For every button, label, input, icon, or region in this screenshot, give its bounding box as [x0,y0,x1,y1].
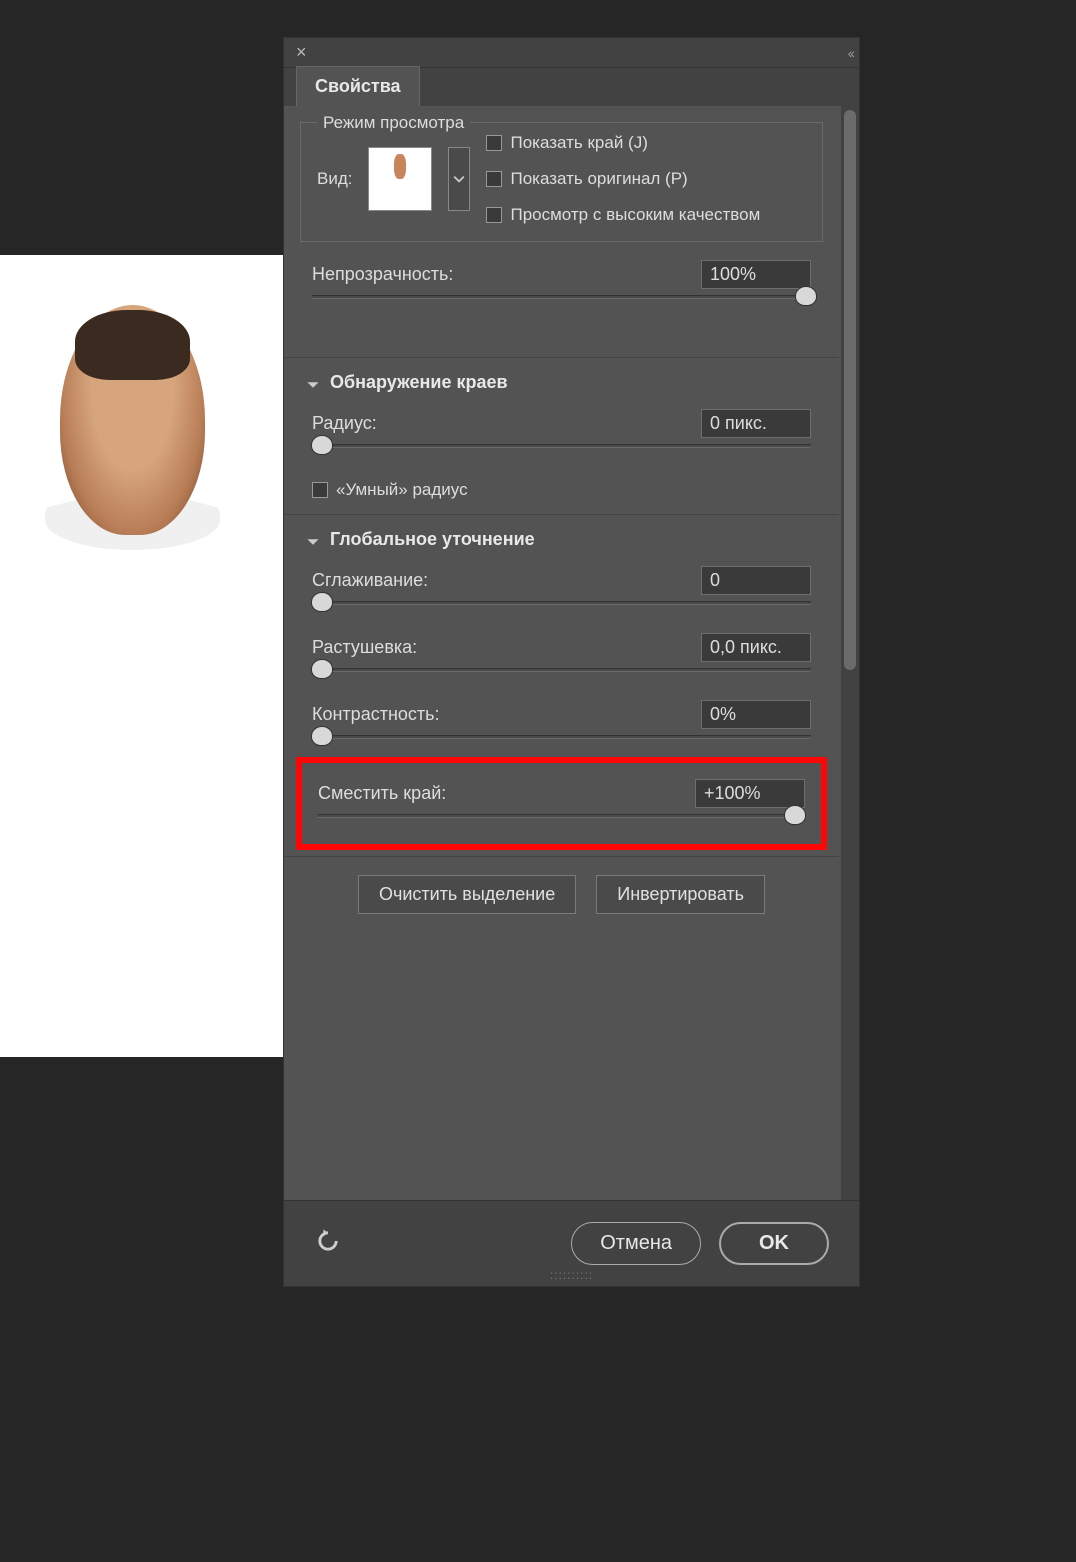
canvas [0,255,283,1057]
smooth-input[interactable] [701,566,811,595]
chevron-down-icon [306,533,320,547]
slider-thumb[interactable] [311,592,333,612]
resize-grip-icon[interactable]: :::::::::: [550,1268,593,1282]
shift-edge-slider[interactable] [318,814,805,818]
reset-icon[interactable] [314,1227,342,1260]
canvas-image-face [60,305,205,535]
contrast-label: Контрастность: [312,704,440,725]
slider-thumb[interactable] [311,659,333,679]
feather-slider[interactable] [312,668,811,672]
opacity-input[interactable] [701,260,811,289]
view-thumbnail[interactable] [368,147,432,211]
check-label: Показать край (J) [510,133,647,153]
section-title: Глобальное уточнение [330,529,535,550]
shift-edge-highlight: Сместить край: [296,757,827,850]
slider-thumb[interactable] [795,286,817,306]
invert-button[interactable]: Инвертировать [596,875,765,914]
panel-footer: Отмена OK :::::::::: [284,1200,859,1286]
clear-selection-button[interactable]: Очистить выделение [358,875,576,914]
checkbox-icon[interactable] [486,207,502,223]
check-label: «Умный» радиус [336,480,468,500]
cancel-button[interactable]: Отмена [571,1222,701,1265]
feather-input[interactable] [701,633,811,662]
properties-panel: × ‹‹ Свойства Режим просмотра Вид: [283,37,860,1287]
scrollbar[interactable] [841,106,859,1286]
global-refine-heading[interactable]: Глобальное уточнение [284,514,839,556]
smooth-label: Сглаживание: [312,570,428,591]
check-high-quality[interactable]: Просмотр с высоким качеством [486,205,760,225]
close-icon[interactable]: × [290,40,313,65]
opacity-label: Непрозрачность: [312,264,453,285]
check-label: Просмотр с высоким качеством [510,205,760,225]
checkbox-icon[interactable] [486,171,502,187]
panel-header: × ‹‹ [284,38,859,68]
contrast-slider[interactable] [312,735,811,739]
ok-button[interactable]: OK [719,1222,829,1265]
radius-input[interactable] [701,409,811,438]
radius-label: Радиус: [312,413,377,434]
tab-bar: Свойства [284,68,859,106]
view-mode-legend: Режим просмотра [317,113,470,133]
contrast-input[interactable] [701,700,811,729]
scrollbar-thumb[interactable] [844,110,856,670]
check-show-edge[interactable]: Показать край (J) [486,133,760,153]
checkbox-icon[interactable] [486,135,502,151]
shift-edge-input[interactable] [695,779,805,808]
shift-edge-label: Сместить край: [318,783,446,804]
view-label: Вид: [317,169,352,189]
checkbox-icon[interactable] [312,482,328,498]
feather-label: Растушевка: [312,637,417,658]
view-dropdown-chevron[interactable] [448,147,470,211]
edge-detection-heading[interactable]: Обнаружение краев [284,357,839,399]
view-mode-fieldset: Режим просмотра Вид: Показать край (J) [300,122,823,242]
panel-body: Режим просмотра Вид: Показать край (J) [284,106,859,1286]
check-show-original[interactable]: Показать оригинал (P) [486,169,760,189]
slider-thumb[interactable] [784,805,806,825]
section-title: Обнаружение краев [330,372,508,393]
opacity-slider[interactable] [312,295,811,299]
slider-thumb[interactable] [311,726,333,746]
smooth-slider[interactable] [312,601,811,605]
check-label: Показать оригинал (P) [510,169,687,189]
radius-slider[interactable] [312,444,811,448]
slider-thumb[interactable] [311,435,333,455]
tab-properties[interactable]: Свойства [296,66,420,106]
collapse-icon[interactable]: ‹‹ [848,45,853,61]
check-smart-radius[interactable]: «Умный» радиус [312,480,811,500]
chevron-down-icon [306,376,320,390]
